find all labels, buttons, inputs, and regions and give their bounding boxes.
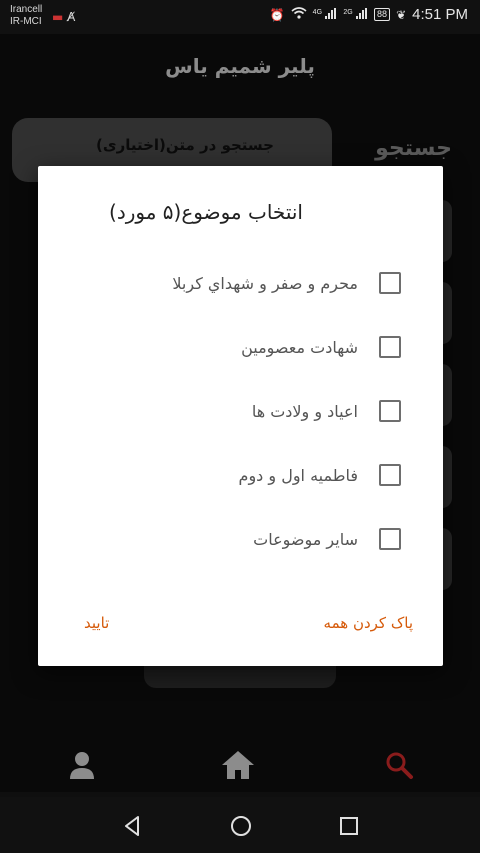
topic-checkbox[interactable] <box>379 336 401 358</box>
topic-option-label: محرم و صفر و شهداي كربلا <box>172 274 358 293</box>
wifi-icon <box>291 7 307 22</box>
signal-2-icon: 2G <box>343 7 368 22</box>
topic-checkbox[interactable] <box>379 272 401 294</box>
signal-1-icon: 4G <box>312 7 338 22</box>
back-icon[interactable] <box>118 811 148 841</box>
system-home-icon[interactable] <box>226 811 256 841</box>
topic-checkbox[interactable] <box>379 464 401 486</box>
bottom-navigation <box>0 730 480 800</box>
dialog-title: انتخاب موضوع(۵ مورد) <box>109 200 303 224</box>
network-2: 2G <box>343 8 353 16</box>
profile-icon[interactable] <box>62 748 102 782</box>
topic-option[interactable]: فاطمیه اول و دوم <box>38 458 443 498</box>
clear-all-button[interactable]: پاک کردن همه <box>324 614 413 632</box>
topic-option-label: اعیاد و ولادت ها <box>251 402 358 421</box>
clock: 4:51 PM <box>412 6 468 23</box>
topic-option-label: سایر موضوعات <box>253 530 358 549</box>
carrier-1: Irancell <box>10 4 43 15</box>
sim-icon: ▬ <box>52 10 64 24</box>
topic-checkbox[interactable] <box>379 528 401 550</box>
network-1: 4G <box>312 8 323 16</box>
topic-option-label: فاطمیه اول و دوم <box>238 466 358 485</box>
topic-option[interactable]: شهادت معصومین <box>38 330 443 370</box>
leaf-icon: ❦ <box>396 7 407 22</box>
font-icon: A̸ <box>67 10 76 24</box>
confirm-button[interactable]: تایید <box>84 614 109 632</box>
home-icon[interactable] <box>218 748 258 782</box>
status-icons: ⏰ 4G 2G 88 ❦ 4:51 PM <box>270 6 468 23</box>
search-icon[interactable] <box>380 748 420 782</box>
topic-option[interactable]: اعیاد و ولادت ها <box>38 394 443 434</box>
topic-option[interactable]: سایر موضوعات <box>38 522 443 562</box>
alarm-icon: ⏰ <box>269 7 285 22</box>
topic-option[interactable]: محرم و صفر و شهداي كربلا <box>38 266 443 306</box>
carrier-info: Irancell IR-MCI <box>10 4 42 28</box>
status-bar: Irancell IR-MCI ▬ A̸ ⏰ 4G 2G 88 ❦ 4:51 P… <box>0 0 480 34</box>
notification-icons: ▬ A̸ <box>52 10 75 24</box>
topic-option-label: شهادت معصومین <box>241 338 358 357</box>
recent-apps-icon[interactable] <box>334 811 364 841</box>
battery-icon: 88 <box>374 8 391 21</box>
topic-select-dialog: انتخاب موضوع(۵ مورد) محرم و صفر و شهداي … <box>38 166 443 666</box>
carrier-2: IR-MCI <box>10 16 42 27</box>
topic-checkbox[interactable] <box>379 400 401 422</box>
system-navigation <box>0 797 480 853</box>
